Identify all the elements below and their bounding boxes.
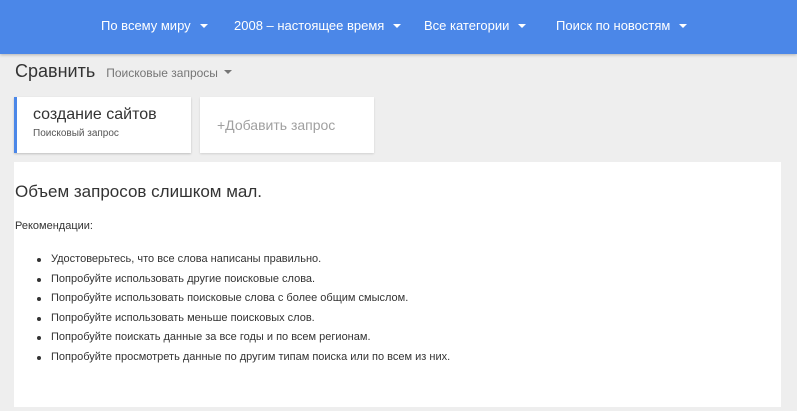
tip-text: Удостоверьтесь, что все слова написаны п… bbox=[51, 253, 322, 265]
search-type-filter[interactable]: Поиск по новостям bbox=[556, 17, 688, 35]
tip-text: Попробуйте поискать данные за все годы и… bbox=[51, 331, 371, 343]
category-filter[interactable]: Все категории bbox=[424, 17, 527, 35]
add-term-label: +Добавить запрос bbox=[217, 117, 336, 133]
chevron-down-icon bbox=[223, 70, 232, 74]
panel-title: Объем запросов слишком мал. bbox=[15, 182, 262, 201]
list-item: Удостоверьтесь, что все слова написаны п… bbox=[36, 250, 450, 270]
list-item: Попробуйте использовать меньше поисковых… bbox=[36, 309, 450, 329]
add-term-button[interactable]: +Добавить запрос bbox=[200, 97, 374, 153]
bullet-icon bbox=[37, 355, 41, 360]
time-range-filter[interactable]: 2008 – настоящее время bbox=[234, 17, 402, 35]
bullet-icon bbox=[37, 297, 41, 301]
search-term-subtitle: Поисковый запрос bbox=[33, 128, 119, 139]
list-item: Попробуйте использовать другие поисковые… bbox=[36, 270, 450, 290]
compare-type-dropdown[interactable]: Поисковые запросы bbox=[106, 66, 232, 80]
tip-text: Попробуйте использовать другие поисковые… bbox=[51, 272, 316, 285]
tip-text: Попробуйте просмотреть данные по другим … bbox=[51, 350, 451, 363]
bullet-icon bbox=[37, 277, 41, 282]
tip-text: Попробуйте использовать меньше поисковых… bbox=[51, 311, 315, 324]
search-term-name[interactable]: создание сайтов bbox=[33, 106, 157, 124]
compare-header: Сравнить Поисковые запросы bbox=[15, 61, 232, 85]
tip-text: Попробуйте использовать поисковые слова … bbox=[51, 292, 409, 304]
compare-title: Сравнить bbox=[15, 61, 96, 81]
chevron-down-icon bbox=[518, 24, 527, 28]
region-filter[interactable]: По всему миру bbox=[101, 17, 208, 35]
search-term-card[interactable]: создание сайтов Поисковый запрос bbox=[14, 97, 191, 153]
recommendations-label: Рекомендации: bbox=[15, 220, 93, 232]
chevron-down-icon bbox=[679, 24, 688, 28]
bullet-icon bbox=[37, 258, 41, 262]
region-filter-label: По всему миру bbox=[101, 18, 191, 33]
time-range-filter-label: 2008 – настоящее время bbox=[234, 18, 385, 33]
search-type-filter-label: Поиск по новостям bbox=[556, 18, 671, 33]
recommendations-list: Удостоверьтесь, что все слова написаны п… bbox=[36, 250, 450, 367]
low-volume-panel: Объем запросов слишком мал. Рекомендации… bbox=[14, 162, 781, 407]
list-item: Попробуйте просмотреть данные по другим … bbox=[36, 348, 450, 368]
chevron-down-icon bbox=[393, 24, 402, 28]
bullet-icon bbox=[37, 316, 41, 321]
compare-type-label: Поисковые запросы bbox=[106, 66, 218, 80]
chevron-down-icon bbox=[199, 24, 208, 28]
list-item: Попробуйте поискать данные за все годы и… bbox=[36, 328, 450, 348]
list-item: Попробуйте использовать поисковые слова … bbox=[36, 289, 450, 309]
bullet-icon bbox=[37, 336, 41, 340]
category-filter-label: Все категории bbox=[424, 18, 510, 33]
top-filter-bar: По всему миру 2008 – настоящее время Все… bbox=[0, 0, 797, 54]
